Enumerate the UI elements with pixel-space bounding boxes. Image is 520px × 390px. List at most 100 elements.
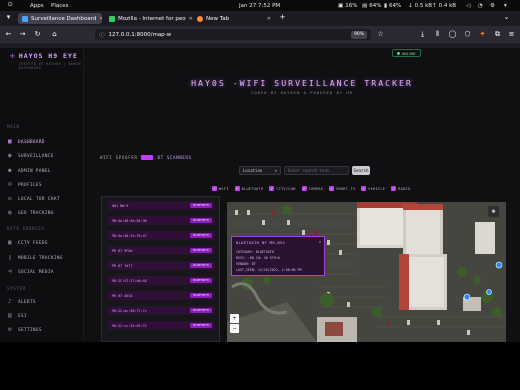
user-icon: ☺ — [7, 181, 12, 188]
sidebar-item-settings[interactable]: ⚙ SETTINGS — [5, 325, 79, 335]
sidebar-item-dashboard[interactable]: ▦ DASHBOARD — [5, 137, 79, 147]
brand-subtitle: CREATED BY HAYDEN | ADMIN DASHBOARD — [18, 62, 81, 70]
device-type-badge: BLUETOOTH — [190, 218, 212, 223]
camera-icon: ▣ — [7, 239, 12, 246]
sidebar-item-mobile[interactable]: ▯ MOBILE TRACKING — [5, 253, 79, 263]
arrow-up-icon: ↑ — [432, 2, 437, 9]
volume-icon[interactable]: ◁ — [466, 3, 470, 9]
tab-mozilla[interactable]: Mozilla - Internet for peo ✕ — [105, 13, 193, 24]
map-device-popup[interactable]: BLUETOOTH NF M9-B52 ✕ CATEGORY: BLUETOOT… — [231, 236, 325, 276]
list-item[interactable]: 98:5a:46:9a:84:36 BLUETOOTH — [108, 216, 215, 225]
status-badge: ONLINE — [392, 49, 421, 57]
close-tab-icon[interactable]: ✕ — [99, 16, 102, 22]
search-input[interactable]: Enter search term — [284, 166, 349, 175]
eye-logo-icon: ✢ — [10, 51, 15, 60]
settings-icon[interactable]: ⚙ — [490, 3, 495, 9]
filter-vehicle[interactable]: ✓ VEHICLE — [361, 186, 385, 191]
chevron-down-icon[interactable]: ⌄ — [502, 13, 511, 22]
list-item[interactable]: PR 07 A6C8 BLUETOOTH — [108, 291, 215, 300]
checkbox-checked-icon: ✓ — [301, 186, 307, 191]
device-type-badge: BLUETOOTH — [190, 278, 212, 283]
map-zoom-out-button[interactable]: − — [230, 324, 239, 333]
url-text[interactable]: 127.0.0.1:8000/map-w — [109, 32, 172, 38]
sidebar-item-social[interactable]: ⊲ SOCIAL MEDIA — [5, 267, 79, 277]
wifi-icon[interactable]: ◔ — [478, 3, 483, 9]
filter-camera[interactable]: ✓ CAMERA — [301, 186, 323, 191]
filter-cctv[interactable]: ✓ CCTV/CAM — [269, 186, 295, 191]
sidebar-item-profiles[interactable]: ☺ PROFILES — [5, 180, 79, 190]
sidebar-item-geo-tracking[interactable]: ◍ GEO TRACKING — [5, 208, 79, 218]
checkbox-checked-icon: ✓ — [269, 186, 275, 191]
device-list[interactable]: 001 NW-9 BLUETOOTH 98:5a:46:9a:84:36 BLUET… — [101, 196, 220, 342]
device-type-badge: BLUETOOTH — [190, 263, 212, 268]
clock[interactable]: Jan 27 7:52 PM — [239, 3, 280, 9]
scanner-toggle-switch[interactable] — [141, 155, 154, 160]
filter-bluetooth[interactable]: ✓ BLUETOOTH — [234, 186, 264, 191]
list-item[interactable]: 98:22:ac:50:77:7c BLUETOOTH — [108, 306, 215, 315]
map-layers-icon[interactable]: ◈ — [488, 206, 499, 217]
system-top-bar: ⏻ Apps Places Jan 27 7:52 PM ▣ 16% ▤ 64% ▮… — [0, 0, 520, 11]
close-icon[interactable]: ✕ — [319, 239, 321, 244]
list-item[interactable]: 98:2C:57:17:a6:48 BLUETOOTH — [108, 276, 215, 285]
device-type-badge: BLUETOOTH — [190, 248, 212, 253]
reload-icon[interactable]: ↻ — [33, 30, 42, 39]
memory-indicator: ▤ 64% — [362, 2, 382, 9]
sidebar-item-cctv[interactable]: ▣ CCTV FEEDS — [5, 238, 79, 248]
list-item[interactable]: 98:22:cc:33:03:72 BLUETOOTH — [108, 321, 215, 330]
tab-list-icon[interactable]: ▾ — [4, 13, 13, 22]
filter-wifi[interactable]: ✓ WIFI — [212, 186, 229, 191]
toggle-left-label: WIFI SPOOFER — [100, 155, 138, 160]
zoom-indicator[interactable]: 90% — [350, 30, 367, 39]
filter-radio[interactable]: ✓ RADIO — [391, 186, 410, 191]
document-icon: ▤ — [7, 312, 12, 319]
app-logo[interactable]: ✢ HAYOS H9 EYE CREATED BY HAYDEN | ADMIN… — [10, 51, 83, 71]
new-tab-button[interactable]: + — [278, 13, 287, 22]
eye-icon: ◉ — [7, 152, 12, 159]
addon-icon[interactable]: ✦ — [478, 30, 487, 39]
forward-icon[interactable]: → — [18, 30, 27, 39]
hamburger-menu-icon[interactable]: ≡ — [507, 30, 516, 39]
list-item[interactable]: 98:5a:46:7e:76:47 BLUETOOTH — [108, 231, 215, 240]
map-zoom-in-button[interactable]: + — [230, 314, 239, 323]
firefox-favicon-icon — [197, 15, 203, 22]
search-button[interactable]: Search — [352, 166, 370, 175]
search-type-select[interactable]: Location ▾ — [239, 166, 281, 175]
sidebar-item-admin-panel[interactable]: ⚉ ADMIN PANEL — [5, 166, 79, 176]
bookmark-star-icon[interactable]: ☆ — [376, 30, 385, 39]
account-icon[interactable]: ◯ — [448, 30, 457, 39]
sidebar-item-esi[interactable]: ▤ ESI — [5, 311, 79, 321]
list-item[interactable]: PR 07 7d77 BLUETOOTH — [108, 261, 215, 270]
sidebar-item-surveillance[interactable]: ◉ SURVEILLANCE — [5, 151, 79, 161]
filter-smart-tv[interactable]: ✓ SMART_TV — [329, 186, 355, 191]
page-favicon-icon — [22, 15, 28, 22]
apps-menu[interactable]: Apps — [30, 3, 44, 9]
sidebar-item-tor-chat[interactable]: ✉ LOCAL TOR CHAT — [5, 194, 79, 204]
extensions-puzzle-icon[interactable]: ⧉ — [493, 30, 502, 39]
share-icon: ⊲ — [7, 268, 12, 275]
downloads-icon[interactable]: ⤓ — [418, 30, 427, 39]
system-menu-icon[interactable]: ▾ — [504, 3, 507, 9]
bell-icon: ♪ — [7, 298, 12, 305]
section-main-label: MAIN — [7, 124, 20, 129]
sidebar-item-alerts[interactable]: ♪ ALERTS — [5, 297, 79, 307]
page-info-icon[interactable]: ⓘ — [99, 31, 105, 39]
tab-new-tab[interactable]: New Tab ✕ — [193, 13, 275, 24]
popup-title: BLUETOOTH NF M9-B52 — [236, 240, 286, 245]
list-item[interactable]: PR 07 9F6d BLUETOOTH — [108, 246, 215, 255]
extension-icon[interactable]: ⬡ — [463, 30, 472, 39]
popup-line: VENDOR: BT — [236, 262, 256, 266]
url-bar[interactable]: ⓘ 127.0.0.1:8000/map-w 90% — [95, 29, 371, 40]
phone-icon: ▯ — [7, 254, 12, 261]
library-icon[interactable]: ⫴ — [433, 30, 442, 39]
mozilla-favicon-icon — [109, 15, 115, 22]
back-icon[interactable]: ← — [4, 30, 13, 39]
tab-surveillance-dashboard[interactable]: Surveillance Dashboard ✕ — [18, 13, 102, 24]
section-system-label: SYSTEM — [7, 286, 26, 291]
power-icon[interactable]: ⏻ — [8, 2, 12, 9]
places-menu[interactable]: Places — [51, 3, 69, 9]
list-item[interactable]: 001 NW-9 BLUETOOTH — [108, 201, 215, 210]
browser-tab-strip: ▾ Surveillance Dashboard ✕ Mozilla - Int… — [0, 11, 520, 26]
scanner-toggle: WIFI SPOOFER BT SCANNERS — [100, 155, 192, 160]
home-icon[interactable]: ⌂ — [50, 30, 59, 39]
close-tab-icon[interactable]: ✕ — [267, 16, 271, 22]
